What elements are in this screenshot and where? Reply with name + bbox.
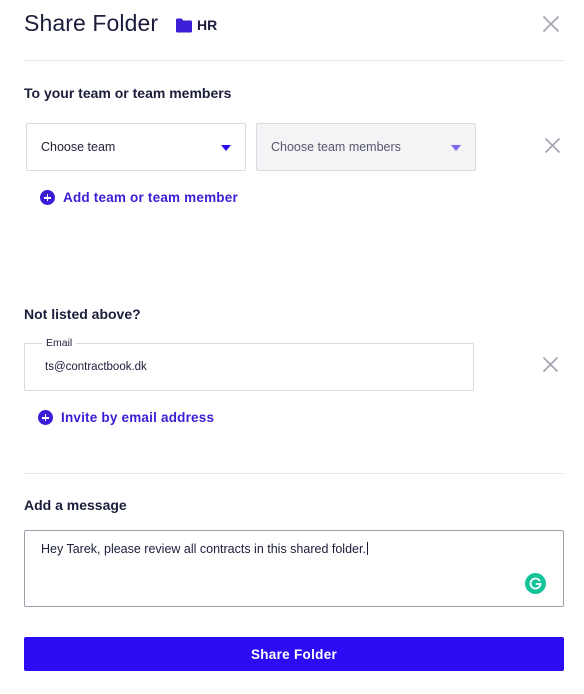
header-divider [24,60,564,61]
add-team-or-member-label: Add team or team member [63,190,238,205]
plus-circle-icon [38,410,53,425]
email-field-value[interactable]: ts@contractbook.dk [45,361,147,373]
remove-email-row-icon[interactable] [542,356,560,374]
message-section-label: Add a message [24,497,127,513]
folder-tag: HR [176,17,217,33]
chevron-down-icon [451,140,461,154]
invite-by-email-button[interactable]: Invite by email address [38,410,214,425]
close-dialog-icon[interactable] [542,15,560,33]
choose-team-value: Choose team [41,140,116,154]
plus-circle-icon [40,190,55,205]
folder-name: HR [197,17,218,33]
message-text[interactable]: Hey Tarek, please review all contracts i… [41,542,366,556]
email-section-label: Not listed above? [24,306,141,322]
folder-icon [176,18,192,33]
text-cursor [366,542,368,555]
invite-by-email-label: Invite by email address [61,410,215,425]
chevron-down-icon [221,140,231,154]
share-folder-button-label: Share Folder [250,646,338,662]
grammarly-icon[interactable] [525,573,546,594]
dialog-title: Share Folder [24,10,159,36]
choose-team-members-value: Choose team members [271,140,401,154]
message-text-wrapper: Hey Tarek, please review all contracts i… [41,542,368,556]
team-section-label: To your team or team members [24,85,232,101]
remove-team-row-icon[interactable] [544,137,562,155]
share-folder-button[interactable]: Share Folder [24,637,564,671]
section-divider [24,473,564,474]
choose-team-select[interactable]: Choose team [26,123,246,171]
add-team-or-member-button[interactable]: Add team or team member [40,190,238,205]
email-field-label: Email [42,337,77,349]
choose-team-members-select[interactable]: Choose team members [256,123,476,171]
